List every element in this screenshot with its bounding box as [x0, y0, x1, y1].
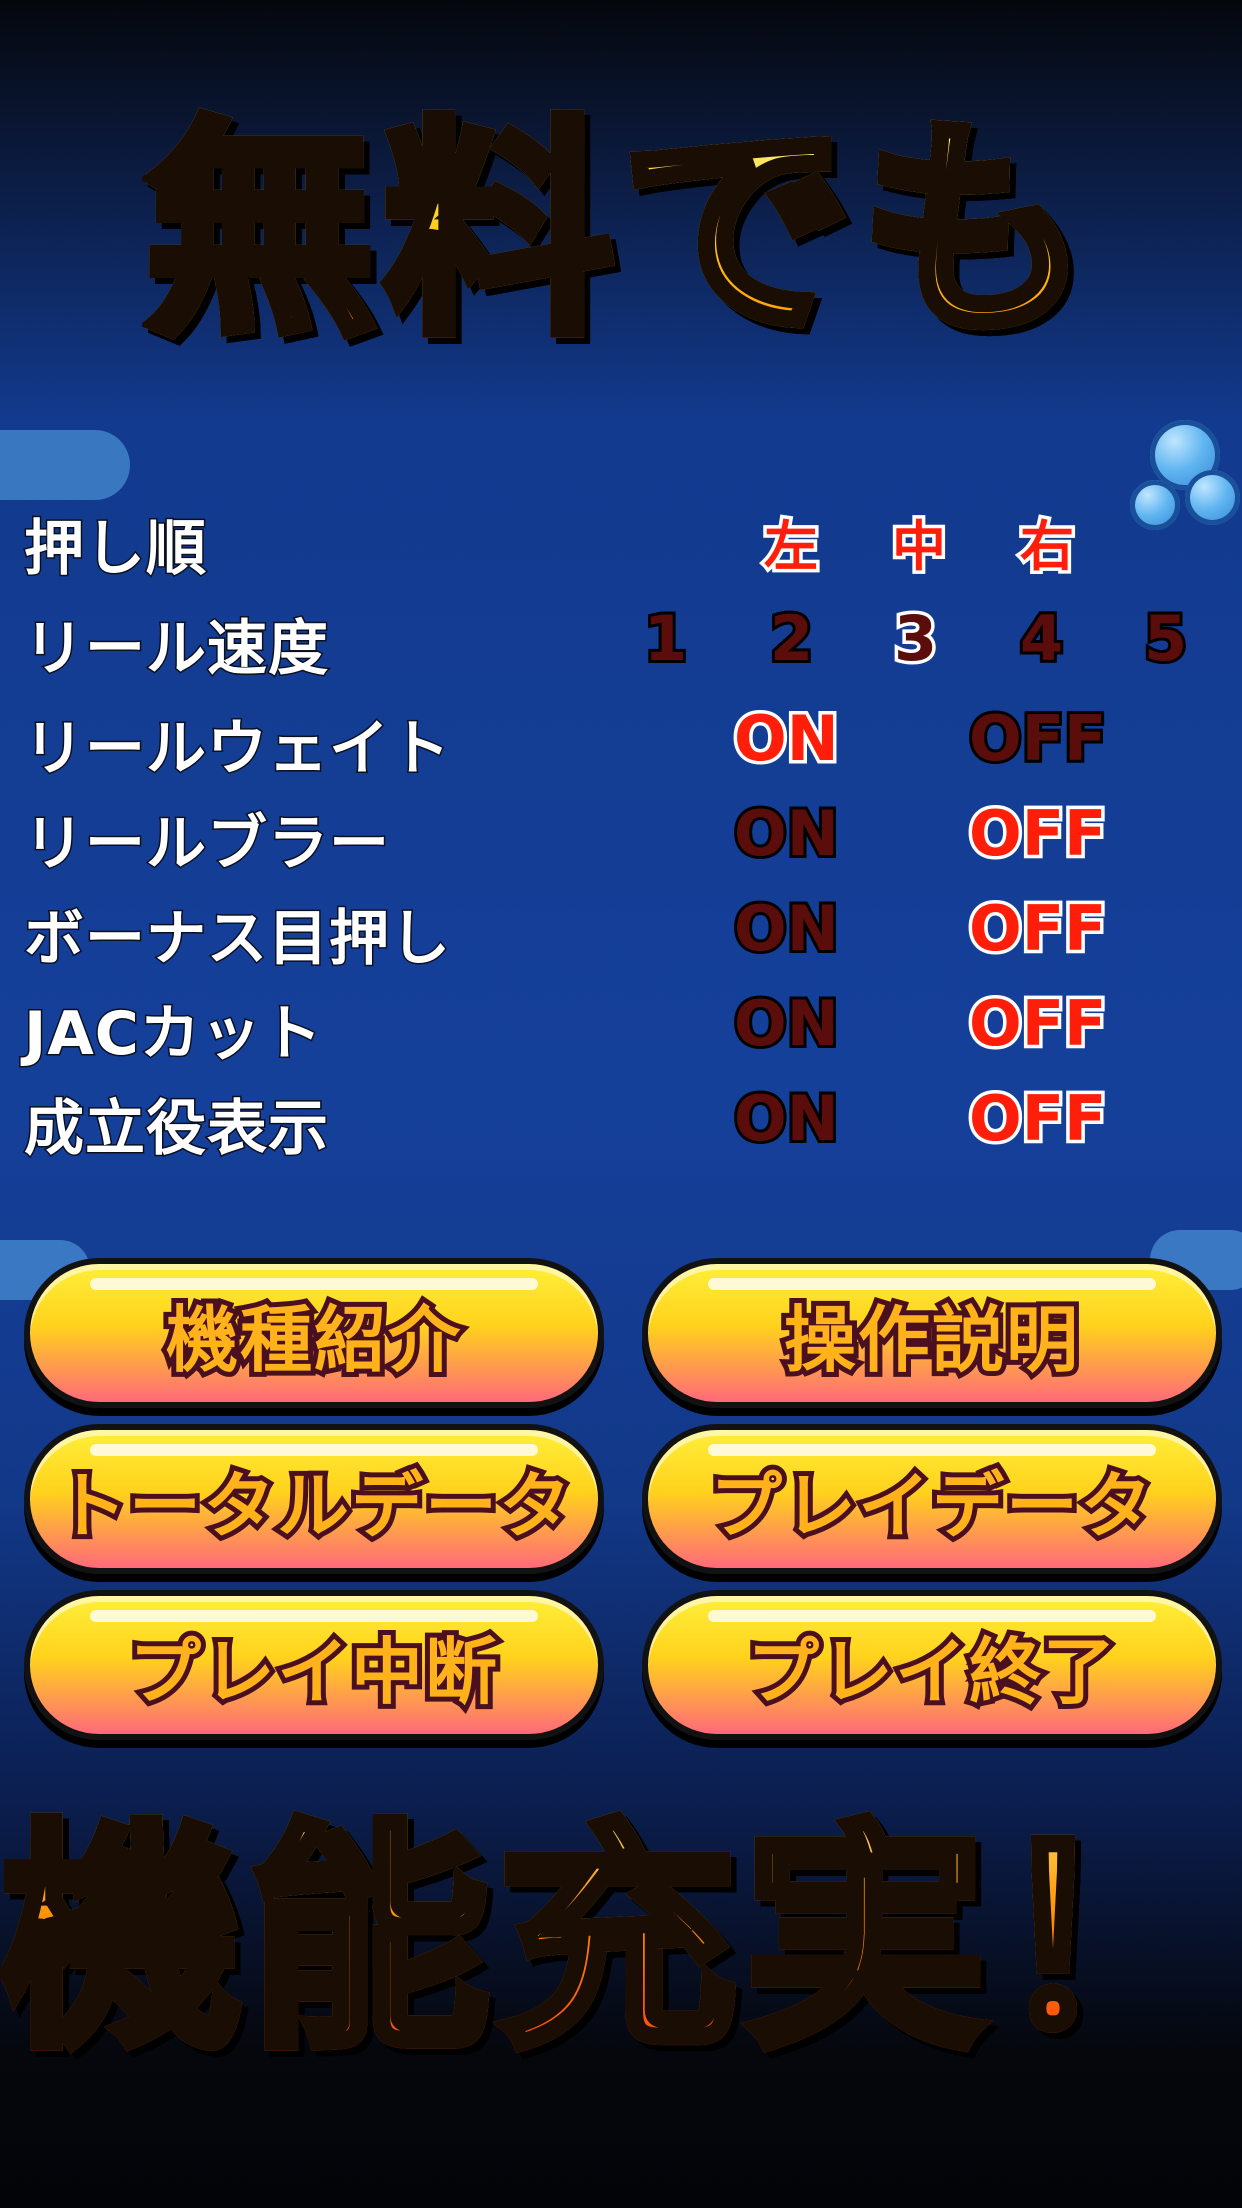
- show-role-on-toggle[interactable]: ON: [731, 1079, 842, 1158]
- button-label: 機種紹介: [161, 1293, 465, 1387]
- setting-label: ボーナス目押し: [23, 903, 452, 976]
- push-order-center-option[interactable]: 中: [889, 502, 950, 582]
- bonus-aim-on-toggle[interactable]: ON: [731, 889, 842, 968]
- reel-speed-option-1[interactable]: 1: [641, 599, 690, 678]
- bottom-headline: 機能充実！: [0, 1800, 1241, 2080]
- setting-push-order: 押し順 左 中 右: [23, 500, 1224, 590]
- setting-label: 押し順: [23, 513, 208, 586]
- reel-blur-off-toggle[interactable]: OFF: [965, 794, 1109, 874]
- setting-reel-speed: リール速度 1 2 3 4 5: [23, 599, 1224, 690]
- reel-speed-option-3[interactable]: 3: [890, 599, 940, 679]
- play-data-button[interactable]: プレイデータ: [642, 1424, 1222, 1574]
- setting-reel-blur: リールブラー ON OFF: [23, 794, 1224, 885]
- operation-guide-button[interactable]: 操作説明: [642, 1258, 1222, 1408]
- jac-cut-on-toggle[interactable]: ON: [731, 984, 842, 1063]
- reel-wait-off-toggle[interactable]: OFF: [966, 699, 1109, 778]
- button-label: トータルデータ: [50, 1459, 576, 1553]
- setting-bonus-aim: ボーナス目押し ON OFF: [23, 889, 1224, 980]
- push-order-right-option[interactable]: 右: [1017, 502, 1078, 582]
- reel-speed-option-2[interactable]: 2: [767, 599, 816, 678]
- bonus-aim-off-toggle[interactable]: OFF: [965, 889, 1109, 969]
- button-label: 操作説明: [779, 1293, 1083, 1387]
- top-headline: 無料でも: [140, 99, 1097, 366]
- reel-speed-option-5[interactable]: 5: [1141, 599, 1190, 678]
- button-label: プレイ終了: [742, 1625, 1120, 1719]
- setting-label: リール速度: [23, 613, 330, 686]
- jac-cut-off-toggle[interactable]: OFF: [965, 984, 1109, 1064]
- setting-jac-cut: JACカット ON OFF: [23, 984, 1224, 1075]
- setting-reel-wait: リールウェイト ON OFF: [23, 699, 1224, 790]
- reel-wait-on-toggle[interactable]: ON: [731, 699, 843, 779]
- setting-show-role: 成立役表示 ON OFF: [23, 1079, 1224, 1170]
- setting-label: JACカット: [23, 998, 324, 1071]
- reel-speed-option-4[interactable]: 4: [1017, 599, 1066, 678]
- button-label: プレイ中断: [124, 1625, 502, 1719]
- total-data-button[interactable]: トータルデータ: [24, 1424, 604, 1574]
- show-role-off-toggle[interactable]: OFF: [965, 1079, 1109, 1159]
- setting-label: 成立役表示: [23, 1093, 330, 1166]
- machine-intro-button[interactable]: 機種紹介: [24, 1258, 604, 1408]
- setting-label: リールブラー: [23, 808, 391, 881]
- reel-blur-on-toggle[interactable]: ON: [731, 794, 842, 873]
- background-wave-left: [0, 430, 130, 500]
- button-label: プレイデータ: [705, 1459, 1157, 1553]
- setting-label: リールウェイト: [23, 713, 452, 786]
- play-end-button[interactable]: プレイ終了: [642, 1590, 1222, 1740]
- push-order-left-option[interactable]: 左: [761, 502, 822, 582]
- play-pause-button[interactable]: プレイ中断: [24, 1590, 604, 1740]
